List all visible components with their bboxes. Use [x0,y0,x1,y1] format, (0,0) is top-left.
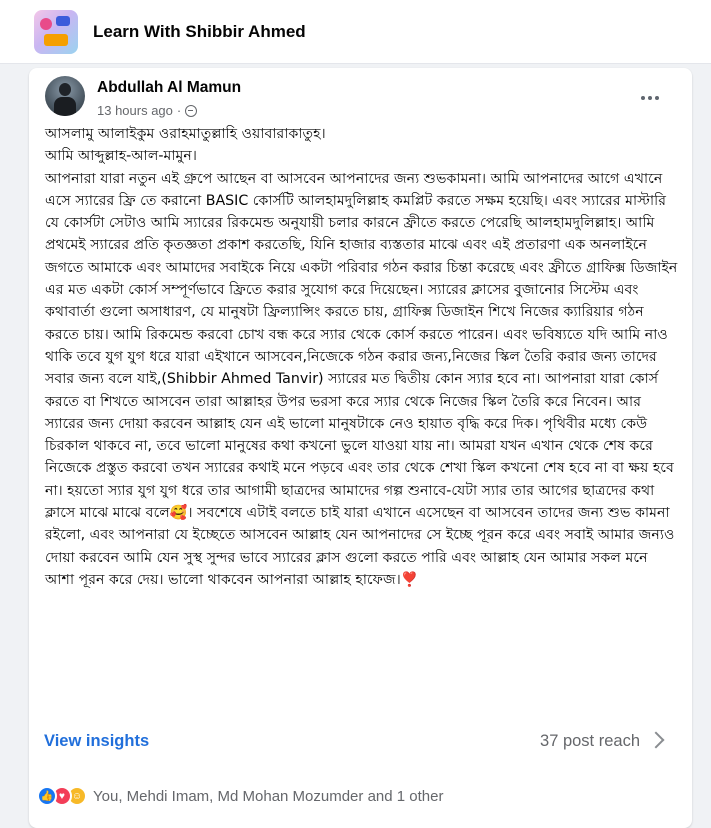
like-icon: 👍 [37,786,57,806]
post-meta: 13 hours ago · [97,103,198,118]
reactors-list[interactable]: You, Mehdi Imam, Md Mohan Mozumder and 1… [93,788,443,805]
view-insights-link[interactable]: View insights [44,732,149,751]
reactions-row: 👍 ♥ ☺ You, Mehdi Imam, Md Mohan Mozumder… [29,783,692,809]
author-name[interactable]: Abdullah Al Mamun [97,79,241,97]
post-paragraph: আমি আব্দুল্লাহ-আল-মামুন। [45,148,197,165]
post-timestamp[interactable]: 13 hours ago [97,103,173,118]
post-header: Abdullah Al Mamun 13 hours ago · [29,68,692,128]
reaction-icons[interactable]: 👍 ♥ ☺ [37,786,87,806]
globe-icon[interactable] [185,104,198,117]
chevron-right-icon[interactable] [647,731,665,749]
post-paragraph: আপনারা যারা নতুন এই গ্রুপে আছেন বা আসবেন… [45,170,678,588]
insights-row: View insights 37 post reach [29,728,692,758]
author-avatar[interactable] [45,76,85,116]
group-cover-thumbnail[interactable] [34,9,78,54]
more-options-icon[interactable] [634,86,666,110]
post-reach-count: 37 post reach [540,732,640,750]
group-name[interactable]: Learn With Shibbir Ahmed [93,22,306,42]
post-paragraph: আসলামু আলাইকুম ওরাহমাতুল্লাহি ওয়াবারাকা… [45,126,326,142]
post-text: আসলামু আলাইকুম ওরাহমাতুল্লাহি ওয়াবারাকা… [45,123,681,591]
group-header: Learn With Shibbir Ahmed [0,0,711,64]
post-card: Abdullah Al Mamun 13 hours ago · আসলামু … [29,68,692,828]
